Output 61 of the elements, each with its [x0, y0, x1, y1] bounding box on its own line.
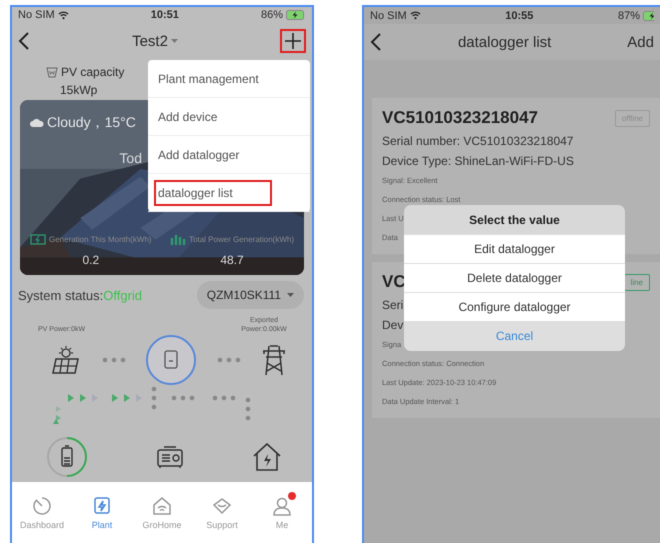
- device-selector[interactable]: QZM10SK111: [196, 281, 304, 310]
- inverter-icon: [145, 334, 197, 386]
- clock-time: 10:51: [150, 9, 179, 22]
- carrier-text: No SIM: [370, 10, 407, 22]
- detail-text: Seri: [382, 298, 404, 312]
- clock-time: 10:55: [505, 10, 534, 22]
- today-text: Tod: [119, 150, 142, 166]
- stat-value: 48.7: [220, 253, 244, 268]
- dashboard-gauge-icon: [32, 496, 52, 516]
- caret-icon: [170, 39, 178, 44]
- cloud-icon: [30, 119, 44, 128]
- menu-item[interactable]: Add datalogger: [148, 136, 310, 174]
- capacity-icon: [46, 66, 58, 78]
- user-icon: [272, 496, 292, 516]
- carrier-text: No SIM: [18, 9, 55, 22]
- plant-bolt-icon: [92, 496, 112, 516]
- datalogger-title: VC: [382, 272, 406, 292]
- dialog-option[interactable]: Edit datalogger: [404, 234, 625, 263]
- support-diamond-icon: [212, 496, 232, 516]
- solar-panel-icon: [50, 345, 82, 376]
- datalogger-title: VC51010323218047: [382, 108, 538, 128]
- flow-dots-icon: [216, 357, 240, 364]
- detail-text: Dev: [382, 318, 404, 332]
- tab-item[interactable]: Plant: [74, 496, 130, 530]
- weather-text: Cloudy，15°C: [47, 114, 136, 132]
- detail-text: Device Type: ShineLan-WiFi-FD-US: [382, 154, 574, 168]
- back-icon[interactable]: [18, 31, 30, 52]
- menu-item[interactable]: Add device: [148, 98, 310, 136]
- pv-capacity-label: PV capacity: [61, 65, 124, 80]
- caret-icon: [287, 293, 294, 298]
- battery-bolt-icon: [30, 233, 46, 246]
- detail-text: Serial number: VC51010323218047: [382, 134, 574, 148]
- home-wifi-icon: [152, 496, 172, 516]
- wifi-icon: [58, 10, 69, 20]
- flow-dots-icon: [102, 357, 126, 364]
- menu-item[interactable]: Plant management: [148, 60, 310, 98]
- power-tower-icon: [260, 344, 288, 376]
- stat-value: 0.2: [82, 253, 100, 268]
- bar-chart-icon: [170, 233, 186, 246]
- battery-percent: 86%: [260, 9, 283, 22]
- battery-icon: [46, 436, 88, 478]
- dialog-option[interactable]: Configure datalogger: [404, 292, 625, 321]
- menu-item[interactable]: datalogger list: [148, 174, 310, 212]
- plus-icon: [284, 32, 302, 50]
- battery-percent: 87%: [618, 10, 640, 22]
- dialog-title: Select the value: [468, 212, 561, 228]
- stat-label: Generation This Month(kWh): [49, 234, 152, 244]
- screen-title: datalogger list: [458, 34, 552, 50]
- battery-charging-icon: [286, 10, 306, 20]
- add-button[interactable]: [280, 29, 306, 54]
- house-power-icon: [252, 442, 282, 472]
- back-icon[interactable]: [370, 32, 382, 52]
- dialog-option[interactable]: Delete datalogger: [404, 263, 625, 292]
- wifi-icon: [410, 11, 421, 20]
- stat-label: Total Power Generation(kWh): [189, 234, 294, 244]
- generator-icon: [156, 445, 184, 470]
- pv-capacity-value: 15kWp: [59, 83, 98, 98]
- plant-title[interactable]: Test2: [132, 32, 168, 50]
- add-link[interactable]: Add: [627, 34, 654, 50]
- battery-charging-icon: [642, 10, 654, 20]
- system-status-text: System status:Offgrid: [18, 288, 142, 303]
